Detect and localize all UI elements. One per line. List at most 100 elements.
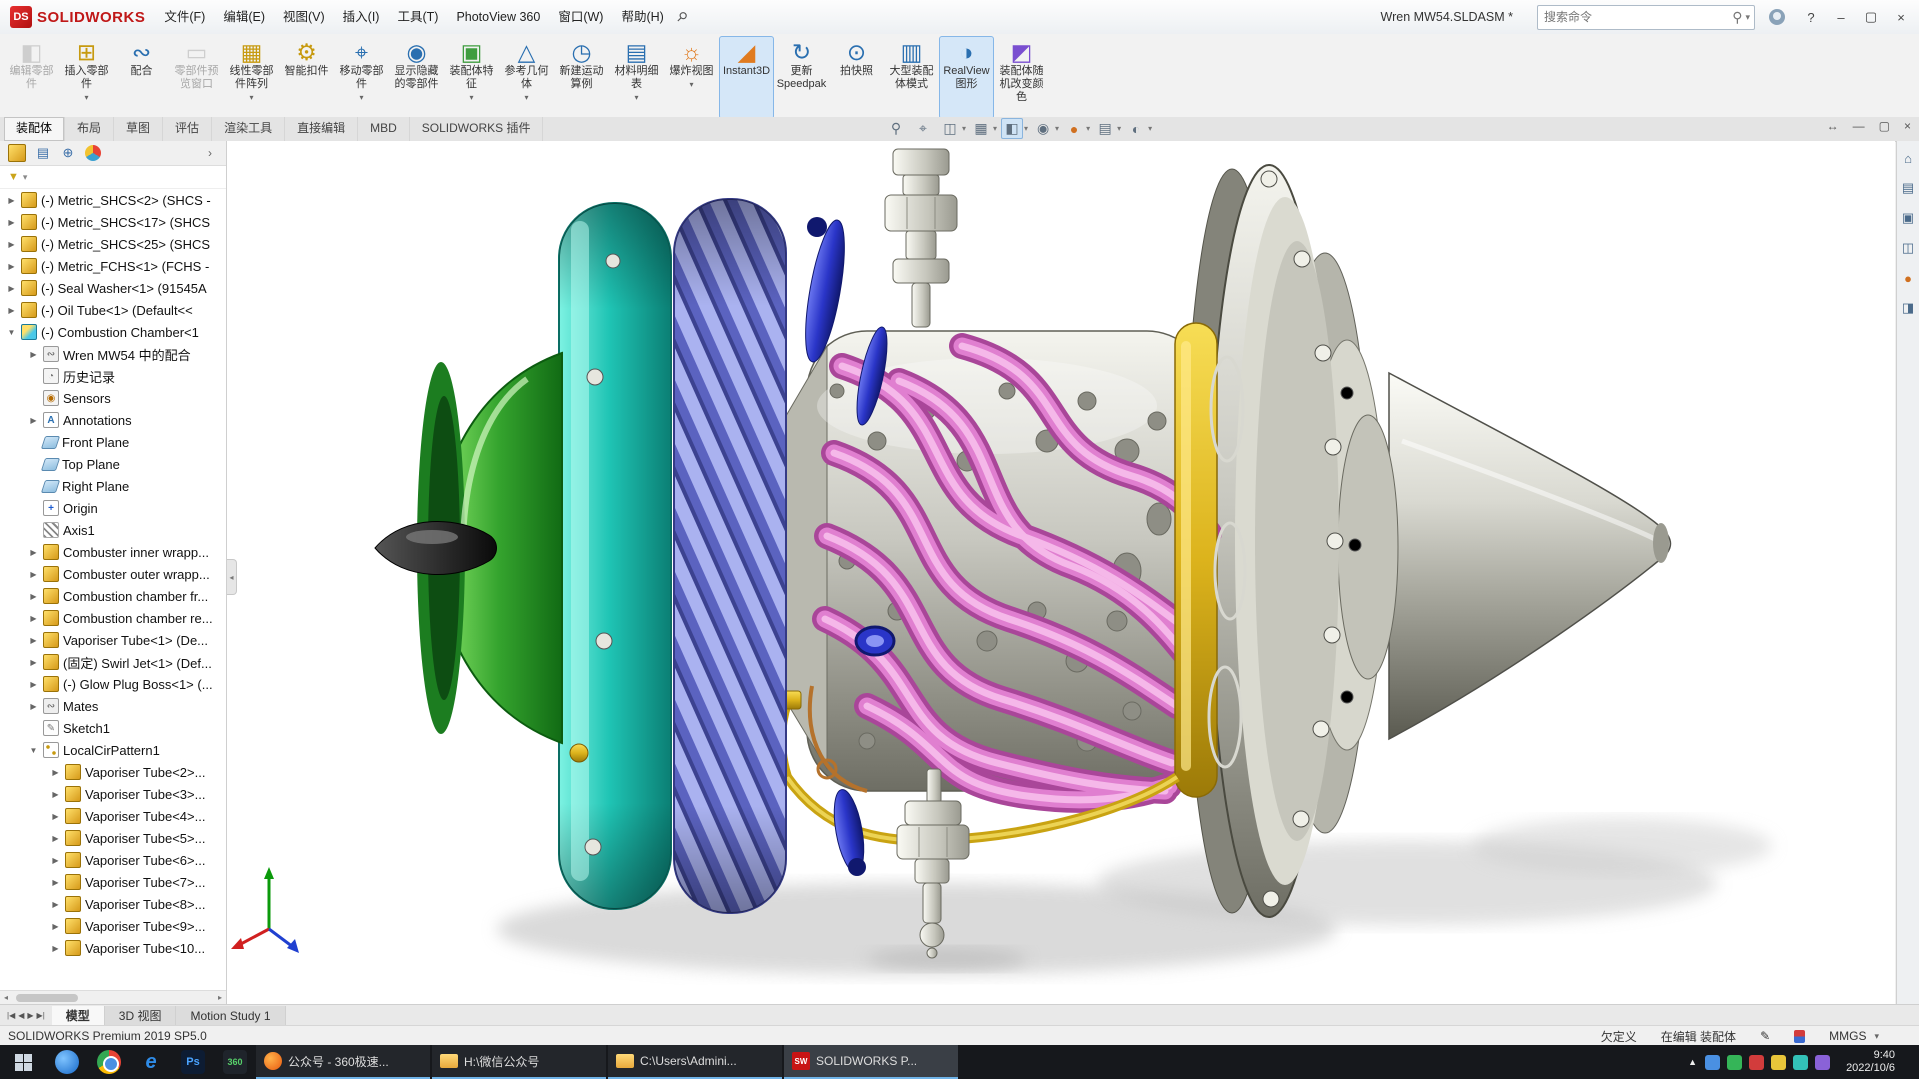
help-button[interactable]: ?	[1797, 4, 1825, 30]
dropdown-arrow-icon[interactable]: ▾	[993, 124, 997, 133]
doc-close-icon[interactable]: ×	[1904, 119, 1911, 133]
ribbon-button[interactable]: ↻ 更新Speedpak	[774, 36, 829, 119]
sheet-nav-icon[interactable]: |◀	[7, 1011, 15, 1020]
view-settings-icon[interactable]: ◐	[1125, 118, 1147, 139]
expand-arrow-icon[interactable]: ▶	[28, 614, 39, 623]
propertymanager-tab-icon[interactable]: ▤	[35, 145, 51, 161]
ribbon-button[interactable]: ▦ 线性零部件阵列 ▾	[224, 36, 279, 119]
ribbon-button[interactable]: ▥ 大型装配体模式	[884, 36, 939, 119]
design-library-icon[interactable]: ▤	[1899, 179, 1917, 197]
command-tab[interactable]: MBD	[358, 117, 410, 141]
expand-arrow-icon[interactable]: ▶	[28, 592, 39, 601]
quick-launch-item[interactable]	[46, 1045, 88, 1079]
taskbar-clock[interactable]: 9:40 2022/10/6	[1838, 1049, 1903, 1075]
ribbon-button[interactable]: ◩ 装配体随机改变颜色	[994, 36, 1049, 119]
expand-arrow-icon[interactable]: ▶	[28, 570, 39, 579]
command-search[interactable]: ⚲ ▾	[1537, 5, 1755, 30]
ribbon-button[interactable]: ∾ 配合	[114, 36, 169, 119]
ribbon-button[interactable]: ☼ 爆炸视图 ▾	[664, 36, 719, 119]
start-button[interactable]	[0, 1045, 46, 1079]
expand-arrow-icon[interactable]: ▶	[28, 636, 39, 645]
tray-expand-icon[interactable]: ▲	[1688, 1057, 1697, 1067]
tree-item[interactable]: ◔ 历史记录	[0, 365, 226, 387]
appearances-scenes-icon[interactable]: ●	[1899, 269, 1917, 287]
quick-launch-item[interactable]: Ps	[172, 1045, 214, 1079]
sheet-nav-icon[interactable]: ▶	[27, 1011, 33, 1020]
tree-item[interactable]: ▶ (-) Oil Tube<1> (Default<<	[0, 299, 226, 321]
expand-arrow-icon[interactable]: ▶	[50, 768, 61, 777]
scrollbar-thumb[interactable]	[16, 994, 78, 1002]
command-tab[interactable]: 布局	[65, 117, 114, 141]
tree-item[interactable]: ▶ Combuster inner wrapp...	[0, 541, 226, 563]
compressor-blades[interactable]	[674, 199, 786, 913]
tree-item[interactable]: ▼ (-) Combustion Chamber<1	[0, 321, 226, 343]
taskbar-app-button[interactable]: H:\微信公众号	[432, 1045, 606, 1079]
ribbon-button[interactable]: ▭ 零部件预览窗口	[169, 36, 224, 119]
expand-arrow-icon[interactable]: ▶	[28, 680, 39, 689]
zoom-fit-icon[interactable]: ⚲	[885, 118, 907, 139]
taskbar-app-button[interactable]: 公众号 - 360极速...	[256, 1045, 430, 1079]
menu-item[interactable]: 工具(T)	[388, 1, 447, 34]
tree-item[interactable]: ▶ ∾ Mates	[0, 695, 226, 717]
tree-item[interactable]: ▶ ∾ Wren MW54 中的配合	[0, 343, 226, 365]
ribbon-button[interactable]: ◷ 新建运动算例	[554, 36, 609, 119]
tree-item[interactable]: Top Plane	[0, 453, 226, 475]
ribbon-button[interactable]: ⚙ 智能扣件	[279, 36, 334, 119]
edit-appearance-icon[interactable]: ●	[1063, 118, 1085, 139]
menu-item[interactable]: 帮助(H)	[612, 1, 672, 34]
ribbon-button[interactable]: ◢ Instant3D	[719, 36, 774, 119]
tree-item[interactable]: ▶ Combustion chamber fr...	[0, 585, 226, 607]
ribbon-button[interactable]: ◉ 显示隐藏的零部件	[389, 36, 444, 119]
units-selector[interactable]: MMGS	[1829, 1029, 1866, 1043]
expand-arrow-icon[interactable]: ▶	[28, 658, 39, 667]
pane-resize-icon[interactable]: ↔	[1827, 119, 1839, 133]
tree-item[interactable]: Right Plane	[0, 475, 226, 497]
dropdown-arrow-icon[interactable]: ▾	[1148, 124, 1152, 133]
expand-arrow-icon[interactable]: ▶	[6, 306, 17, 315]
expand-arrow-icon[interactable]: ▶	[50, 856, 61, 865]
graphics-viewport[interactable]: ◂	[227, 141, 1895, 1004]
tray-icon[interactable]	[1815, 1055, 1830, 1070]
dropdown-arrow-icon[interactable]: ▾	[962, 124, 966, 133]
exhaust-cone[interactable]	[1389, 373, 1671, 739]
tree-item[interactable]: ▶ (-) Metric_SHCS<25> (SHCS	[0, 233, 226, 255]
command-tab[interactable]: 装配体	[4, 117, 65, 141]
dropdown-arrow-icon[interactable]: ▾	[359, 91, 363, 100]
command-tab[interactable]: SOLIDWORKS 插件	[410, 117, 544, 141]
file-explorer-icon[interactable]: ▣	[1899, 209, 1917, 227]
view-palette-icon[interactable]: ◫	[1899, 239, 1917, 257]
tree-item[interactable]: ▶ (-) Metric_SHCS<17> (SHCS	[0, 211, 226, 233]
dropdown-arrow-icon[interactable]: ▾	[524, 91, 528, 100]
dropdown-arrow-icon[interactable]: ▾	[249, 91, 253, 100]
expand-arrow-icon[interactable]: ▶	[6, 284, 17, 293]
tree-item[interactable]: ◉ Sensors	[0, 387, 226, 409]
featuremanager-tab-icon[interactable]	[8, 144, 26, 162]
menu-item[interactable]: 插入(I)	[334, 1, 389, 34]
doc-minimize-icon[interactable]: —	[1853, 119, 1865, 133]
fuel-fitting-top[interactable]	[885, 149, 957, 327]
doc-restore-icon[interactable]: ▢	[1879, 119, 1890, 133]
ribbon-button[interactable]: △ 参考几何体 ▾	[499, 36, 554, 119]
search-dropdown-icon[interactable]: ▾	[1745, 12, 1750, 23]
configurationmanager-tab-icon[interactable]: ⊕	[60, 145, 76, 161]
expand-arrow-icon[interactable]: ▶	[50, 812, 61, 821]
tree-item[interactable]: ▶ Vaporiser Tube<8>...	[0, 893, 226, 915]
tree-item[interactable]: ▶ (-) Metric_SHCS<2> (SHCS -	[0, 189, 226, 211]
expand-arrow-icon[interactable]: ▶	[28, 548, 39, 557]
expand-arrow-icon[interactable]: ▼	[28, 746, 39, 755]
document-tab[interactable]: 3D 视图	[105, 1006, 177, 1026]
ribbon-button[interactable]: ⊙ 拍快照	[829, 36, 884, 119]
tree-item[interactable]: Axis1	[0, 519, 226, 541]
hide-show-items-icon[interactable]: ◉	[1032, 118, 1054, 139]
minimize-button[interactable]: –	[1827, 4, 1855, 30]
tree-item[interactable]: ▶ Vaporiser Tube<9>...	[0, 915, 226, 937]
filter-icon[interactable]: ▼	[8, 171, 19, 183]
pin-menu-icon[interactable]: ⚲	[673, 8, 691, 26]
expand-arrow-icon[interactable]: ▶	[50, 900, 61, 909]
tree-item[interactable]: ▶ Vaporiser Tube<4>...	[0, 805, 226, 827]
taskbar-app-button[interactable]: C:\Users\Admini...	[608, 1045, 782, 1079]
tree-item[interactable]: ▶ (-) Seal Washer<1> (91545A	[0, 277, 226, 299]
dropdown-arrow-icon[interactable]: ▾	[1086, 124, 1090, 133]
command-tab[interactable]: 渲染工具	[212, 117, 285, 141]
tree-item[interactable]: ▼ LocalCirPattern1	[0, 739, 226, 761]
